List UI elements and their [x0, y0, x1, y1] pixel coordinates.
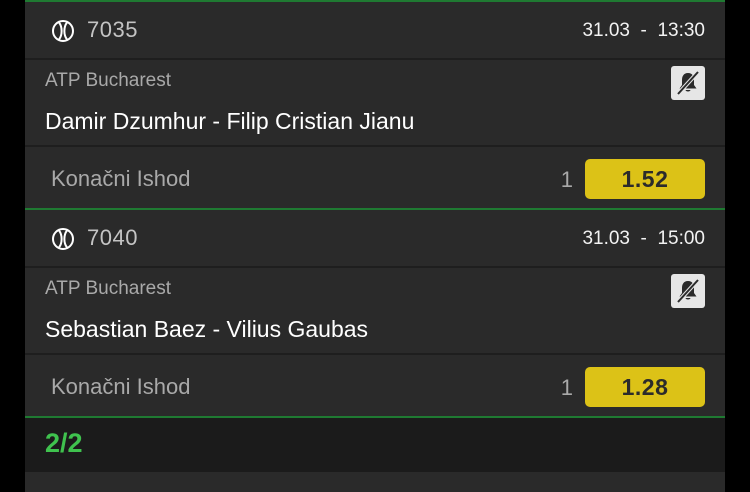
- event-feed: 7035 31.03 - 13:30 ATP Bucharest Damir D…: [25, 0, 725, 492]
- odds-button[interactable]: 1.28: [585, 367, 705, 407]
- league-name: ATP Bucharest: [45, 278, 172, 299]
- page-indicator: 2/2: [45, 428, 83, 458]
- event-info[interactable]: ATP Bucharest Sebastian Baez - Vilius Ga…: [25, 268, 725, 355]
- bell-off-icon[interactable]: [671, 274, 705, 308]
- outcome-label: 1: [560, 375, 573, 400]
- event-code: 7035: [87, 17, 138, 42]
- match-title: Sebastian Baez - Vilius Gaubas: [45, 316, 369, 342]
- next-section-strip: [25, 472, 725, 492]
- market-label: Konačni Ishod: [51, 374, 191, 399]
- odds-button[interactable]: 1.52: [585, 159, 705, 199]
- event-code: 7040: [87, 225, 138, 250]
- market-row: Konačni Ishod 1 1.28: [25, 355, 725, 416]
- match-title: Damir Dzumhur - Filip Cristian Jianu: [45, 108, 415, 134]
- market-label: Konačni Ishod: [51, 166, 191, 191]
- event-header: 7040 31.03 - 15:00: [25, 210, 725, 268]
- bell-off-icon[interactable]: [671, 66, 705, 100]
- event-card: 7035 31.03 - 13:30 ATP Bucharest Damir D…: [25, 0, 725, 208]
- tennis-ball-icon: [51, 227, 75, 251]
- event-datetime: 31.03 - 13:30: [582, 20, 705, 41]
- outcome-label: 1: [560, 167, 573, 192]
- event-card: 7040 31.03 - 15:00 ATP Bucharest Sebasti…: [25, 208, 725, 416]
- market-row: Konačni Ishod 1 1.52: [25, 147, 725, 208]
- event-info[interactable]: ATP Bucharest Damir Dzumhur - Filip Cris…: [25, 60, 725, 147]
- tennis-ball-icon: [51, 19, 75, 43]
- event-header: 7035 31.03 - 13:30: [25, 2, 725, 60]
- league-name: ATP Bucharest: [45, 70, 172, 91]
- pager-bar: 2/2: [25, 416, 725, 472]
- event-datetime: 31.03 - 15:00: [582, 228, 705, 249]
